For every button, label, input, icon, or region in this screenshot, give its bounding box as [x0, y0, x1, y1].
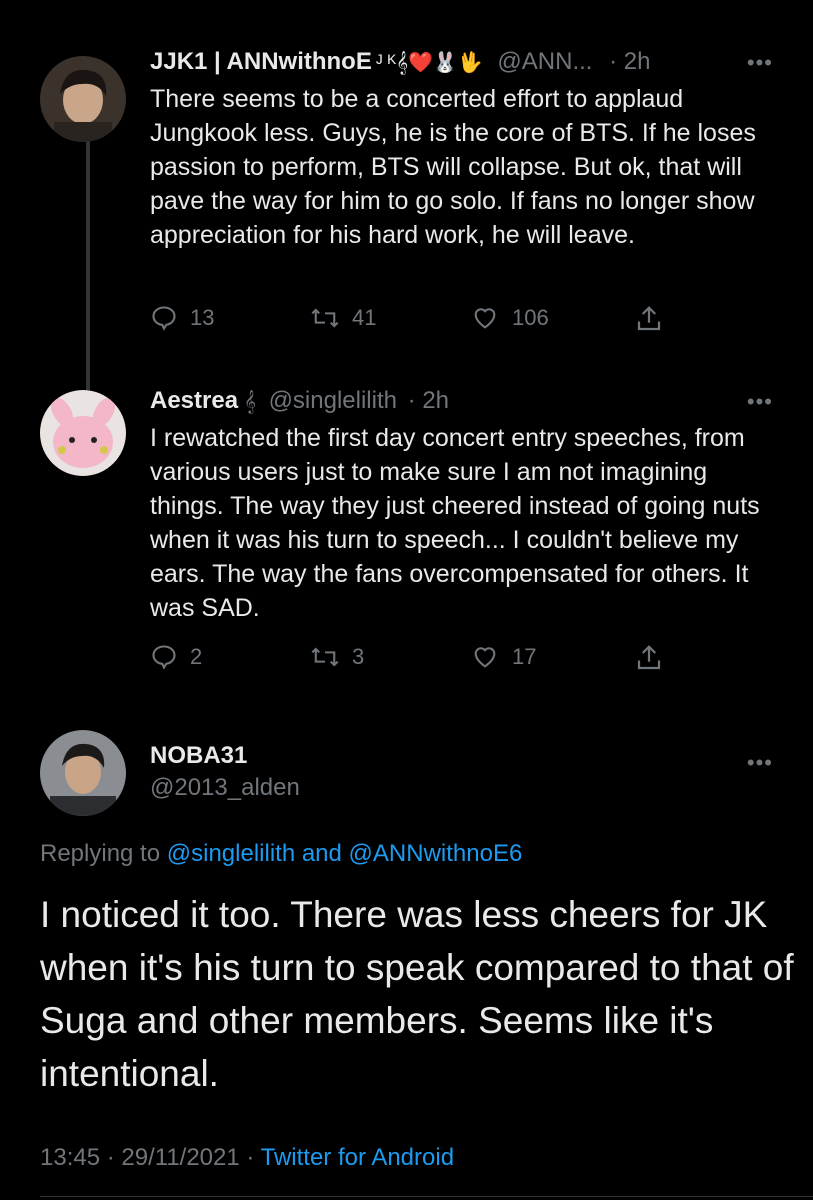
- tweet-text: I rewatched the first day concert entry …: [150, 424, 760, 622]
- display-name[interactable]: JJK1 | ANNwithnoE: [150, 48, 372, 75]
- focal-tweet-text: I noticed it too. There was less cheers …: [40, 894, 794, 1094]
- display-name[interactable]: NOBA31: [150, 742, 300, 770]
- post-time[interactable]: · 2h: [408, 387, 449, 414]
- timestamp[interactable]: 13:45 · 29/11/2021 ·: [40, 1144, 254, 1171]
- avatar[interactable]: [40, 730, 126, 816]
- name-emoji-suffix: 𝄞: [244, 391, 256, 413]
- more-options-icon[interactable]: •••: [747, 50, 773, 76]
- tweet-1[interactable]: JJK1 | ANNwithnoE ᴶ ᴷ𝄞❤️🐰🖖 @ANN... · 2h •…: [0, 42, 813, 352]
- reply-count: 2: [190, 644, 203, 669]
- name-emoji-suffix: ᴶ ᴷ𝄞❤️🐰🖖: [375, 52, 483, 74]
- tweet-text: There seems to be a concerted effort to …: [150, 85, 756, 249]
- client-link[interactable]: Twitter for Android: [261, 1144, 454, 1171]
- reply-count: 13: [190, 305, 215, 330]
- avatar[interactable]: [40, 390, 126, 476]
- username-handle[interactable]: @2013_alden: [150, 774, 300, 802]
- tweet-header: Aestrea 𝄞 @singlelilith · 2h: [150, 387, 813, 415]
- retweet-count: 3: [352, 644, 365, 669]
- replying-to: Replying to @singlelilith and @ANNwithno…: [40, 840, 522, 868]
- reply-icon: [152, 645, 176, 670]
- avatar-image: [40, 390, 126, 476]
- display-name[interactable]: Aestrea: [150, 387, 238, 414]
- retweet-icon: [311, 308, 339, 328]
- retweet-count: 41: [352, 305, 377, 330]
- post-time[interactable]: · 2h: [609, 48, 650, 75]
- share-button[interactable]: [634, 643, 676, 673]
- replying-to-users-link[interactable]: @singlelilith and @ANNwithnoE6: [167, 840, 523, 867]
- username-handle[interactable]: @ANN...: [497, 48, 592, 75]
- share-icon: [637, 645, 661, 670]
- username-handle[interactable]: @singlelilith: [269, 387, 397, 414]
- heart-icon: [474, 308, 496, 329]
- like-button[interactable]: 17: [470, 643, 536, 671]
- avatar-image: [40, 56, 126, 142]
- like-count: 106: [512, 305, 549, 330]
- divider: [40, 1196, 813, 1197]
- focal-tweet: NOBA31 @2013_alden ••• Replying to @sing…: [0, 730, 813, 1200]
- tweet-actions: 13 41 106: [150, 304, 710, 344]
- tweet-header: JJK1 | ANNwithnoE ᴶ ᴷ𝄞❤️🐰🖖 @ANN... · 2h: [150, 48, 813, 76]
- tweet-actions: 2 3 17: [150, 643, 710, 683]
- share-button[interactable]: [634, 304, 676, 334]
- avatar-image: [40, 730, 126, 816]
- avatar[interactable]: [40, 56, 126, 142]
- tweet-meta: 13:45 · 29/11/2021 · Twitter for Android: [40, 1144, 454, 1172]
- tweet-2[interactable]: Aestrea 𝄞 @singlelilith · 2h ••• I rewatc…: [0, 385, 813, 695]
- focal-header: NOBA31 @2013_alden: [150, 742, 300, 802]
- heart-icon: [474, 647, 496, 668]
- share-icon: [637, 306, 661, 331]
- more-options-icon[interactable]: •••: [747, 389, 773, 415]
- like-button[interactable]: 106: [470, 304, 549, 332]
- retweet-button[interactable]: 41: [310, 304, 376, 332]
- reply-button[interactable]: 13: [150, 304, 214, 332]
- replying-to-label: Replying to: [40, 840, 161, 867]
- reply-icon: [152, 306, 176, 331]
- more-options-icon[interactable]: •••: [747, 750, 773, 776]
- reply-button[interactable]: 2: [150, 643, 202, 671]
- retweet-icon: [311, 647, 339, 667]
- like-count: 17: [512, 644, 537, 669]
- retweet-button[interactable]: 3: [310, 643, 364, 671]
